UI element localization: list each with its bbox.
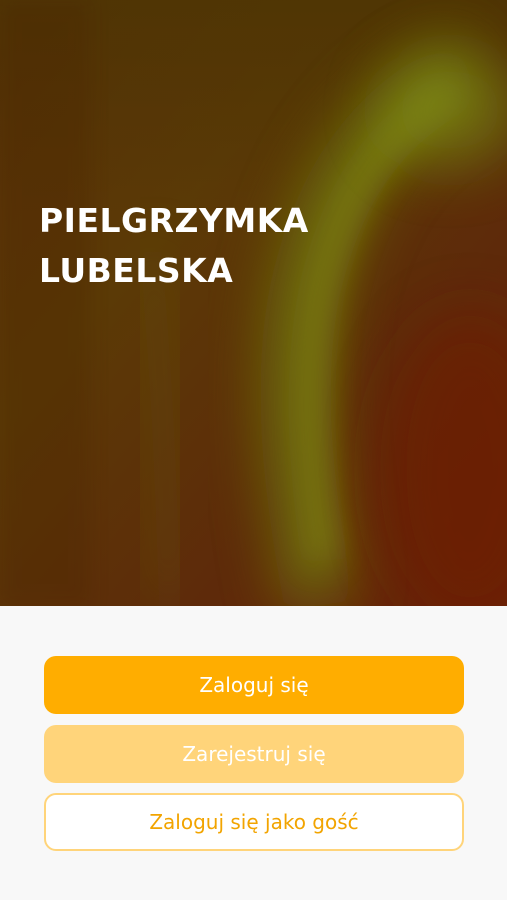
app-title-line1: PIELGRZYMKA: [39, 201, 309, 240]
app-title-line2: LUBELSKA: [39, 251, 234, 290]
login-screen: PIELGRZYMKA LUBELSKA Zaloguj się Zarejes…: [0, 0, 507, 900]
login-button-label: Zaloguj się: [199, 673, 309, 697]
app-title: PIELGRZYMKA LUBELSKA: [39, 196, 309, 296]
register-button[interactable]: Zarejestruj się: [44, 725, 464, 783]
hero-background: PIELGRZYMKA LUBELSKA: [0, 0, 507, 606]
register-button-label: Zarejestruj się: [182, 742, 326, 766]
aurora-background-image: [0, 0, 507, 606]
guest-login-button[interactable]: Zaloguj się jako gość: [44, 793, 464, 851]
login-button[interactable]: Zaloguj się: [44, 656, 464, 714]
auth-actions-panel: Zaloguj się Zarejestruj się Zaloguj się …: [0, 606, 507, 900]
guest-login-button-label: Zaloguj się jako gość: [149, 810, 359, 834]
